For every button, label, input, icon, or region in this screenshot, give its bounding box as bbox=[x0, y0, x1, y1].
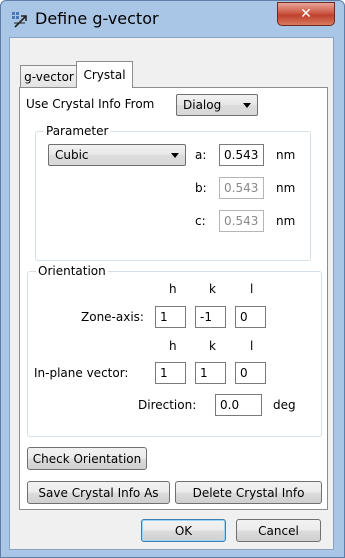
close-icon: ✕ bbox=[300, 6, 312, 22]
chevron-down-icon bbox=[243, 103, 251, 108]
inplane-vector-label: In-plane vector: bbox=[34, 366, 129, 380]
dialog-client-area: g-vector Crystal Use Crystal Info From D… bbox=[9, 37, 334, 550]
zone-axis-h-input[interactable]: 1 bbox=[155, 306, 186, 328]
param-a-unit: nm bbox=[276, 148, 296, 162]
lattice-type-value: Cubic bbox=[55, 148, 89, 162]
parameter-group-title: Parameter bbox=[44, 124, 111, 138]
use-crystal-info-label: Use Crystal Info From bbox=[26, 97, 155, 111]
param-c-input: 0.543 bbox=[219, 210, 264, 232]
param-a-input[interactable]: 0.543 bbox=[219, 144, 264, 166]
zone-axis-k-input[interactable]: -1 bbox=[195, 306, 226, 328]
delete-crystal-info-button[interactable]: Delete Crystal Info bbox=[175, 481, 322, 504]
inplane-k-input[interactable]: 1 bbox=[195, 362, 226, 384]
direction-input[interactable]: 0.0 bbox=[215, 394, 262, 416]
zone-k-header: k bbox=[209, 282, 216, 296]
inplane-k-header: k bbox=[209, 339, 216, 353]
crystal-tab-panel: Use Crystal Info From Dialog Parameter C… bbox=[19, 87, 328, 510]
param-a-label: a: bbox=[195, 148, 207, 162]
inplane-l-input[interactable]: 0 bbox=[235, 362, 266, 384]
param-b-unit: nm bbox=[276, 181, 296, 195]
check-orientation-button[interactable]: Check Orientation bbox=[27, 447, 147, 470]
cancel-button[interactable]: Cancel bbox=[236, 519, 321, 542]
param-c-unit: nm bbox=[276, 214, 296, 228]
save-crystal-info-button[interactable]: Save Crystal Info As bbox=[27, 481, 170, 504]
parameter-group: Parameter Cubic a: 0.543 nm b: 0.543 nm … bbox=[35, 124, 311, 261]
tab-label: Crystal bbox=[83, 68, 126, 82]
orientation-group: Orientation h k l Zone-axis: 1 -1 0 h k … bbox=[27, 264, 322, 437]
app-icon bbox=[11, 11, 29, 29]
dialog-window: Define g-vector ✕ g-vector Crystal Use C… bbox=[0, 0, 345, 558]
direction-label: Direction: bbox=[138, 398, 197, 412]
orientation-group-title: Orientation bbox=[36, 264, 108, 278]
lattice-type-select[interactable]: Cubic bbox=[48, 144, 186, 166]
param-c-label: c: bbox=[195, 214, 206, 228]
param-b-input: 0.543 bbox=[219, 177, 264, 199]
chevron-down-icon bbox=[171, 153, 179, 158]
crystal-source-value: Dialog bbox=[183, 98, 222, 112]
tab-label: g-vector bbox=[24, 69, 74, 84]
tab-g-vector[interactable]: g-vector bbox=[20, 65, 78, 87]
direction-unit: deg bbox=[273, 398, 296, 412]
zone-axis-l-input[interactable]: 0 bbox=[235, 306, 266, 328]
window-title: Define g-vector bbox=[35, 9, 159, 28]
inplane-h-header: h bbox=[169, 339, 177, 353]
crystal-source-select[interactable]: Dialog bbox=[176, 94, 258, 116]
zone-axis-label: Zone-axis: bbox=[81, 310, 144, 324]
ok-button[interactable]: OK bbox=[141, 519, 226, 542]
inplane-l-header: l bbox=[250, 339, 254, 353]
param-b-label: b: bbox=[195, 181, 207, 195]
title-bar[interactable]: Define g-vector ✕ bbox=[1, 1, 344, 37]
tab-crystal[interactable]: Crystal bbox=[76, 61, 133, 88]
zone-l-header: l bbox=[250, 282, 254, 296]
close-button[interactable]: ✕ bbox=[277, 2, 335, 26]
inplane-h-input[interactable]: 1 bbox=[155, 362, 186, 384]
zone-h-header: h bbox=[169, 282, 177, 296]
